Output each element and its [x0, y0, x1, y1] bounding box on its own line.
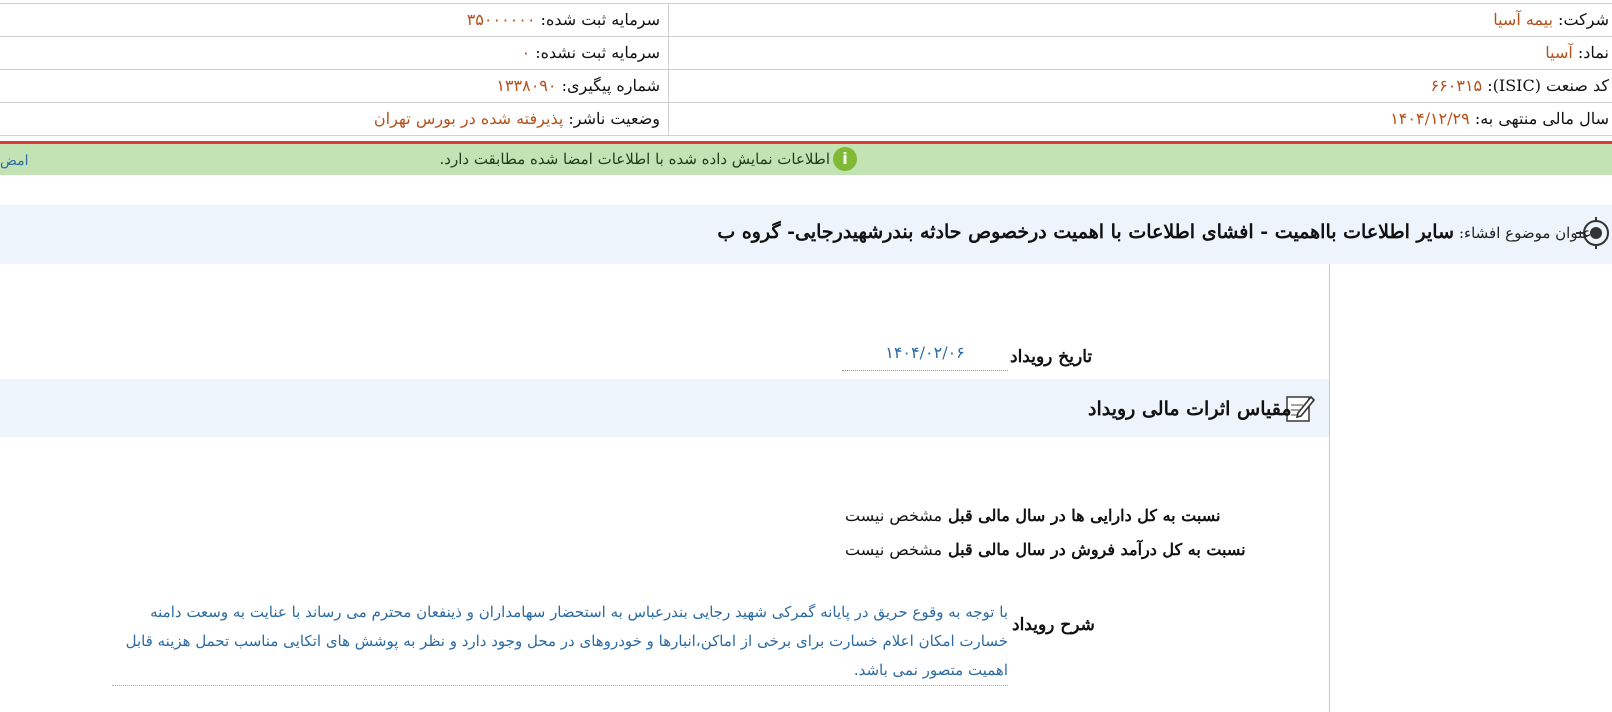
panel-border	[1329, 264, 1330, 712]
table-border	[0, 102, 1612, 103]
event-description-text: با توجه به وقوع حریق در پایانه گمرکی شهی…	[112, 598, 1008, 686]
symbol-value: آسیا	[1545, 43, 1573, 62]
verification-text: اطلاعات نمایش داده شده با اطلاعات امضا ش…	[439, 150, 830, 168]
tracking-number-value: ۱۳۳۸۰۹۰	[496, 76, 557, 95]
fiscal-year-value: ۱۴۰۴/۱۲/۲۹	[1390, 109, 1470, 128]
event-date-value: ۱۴۰۴/۰۲/۰۶	[842, 340, 1008, 371]
info-icon: i	[833, 147, 857, 171]
publisher-status-label: وضعیت ناشر:	[568, 109, 660, 128]
signature-link[interactable]: امض	[0, 153, 29, 169]
ratio-revenue-label: نسبت به کل درآمد فروش در سال مالی قبل	[948, 540, 1246, 559]
unregistered-capital-label: سرمایه ثبت نشده:	[535, 43, 660, 62]
fiscal-year-row: سال مالی منتهی به: ۱۴۰۴/۱۲/۲۹	[1390, 103, 1609, 135]
isic-label: کد صنعت (ISIC):	[1487, 76, 1609, 95]
registered-capital-value: ۳۵۰۰۰۰۰۰	[466, 10, 536, 29]
table-divider	[668, 3, 669, 136]
event-description-label: شرح رویداد	[1012, 615, 1095, 635]
registered-capital-row: سرمایه ثبت شده: ۳۵۰۰۰۰۰۰	[467, 4, 660, 36]
section-title: مقیاس اثرات مالی رویداد	[1088, 398, 1292, 420]
symbol-label: نماد:	[1577, 43, 1609, 62]
company-row: شرکت: بیمه آسیا	[1493, 4, 1609, 36]
unregistered-capital-row: سرمایه ثبت نشده: ۰	[522, 37, 660, 69]
ratio-assets-value: مشخص نیست	[845, 506, 943, 525]
company-label: شرکت:	[1558, 10, 1609, 29]
unregistered-capital-value: ۰	[521, 43, 531, 62]
table-border	[0, 36, 1612, 37]
event-date-label: تاریخ رویداد	[1010, 347, 1093, 367]
tracking-number-label: شماره پیگیری:	[561, 76, 660, 95]
disclosure-title-label: عنوان موضوع افشاء:	[1459, 224, 1592, 242]
isic-value: ۶۶۰۳۱۵	[1430, 76, 1483, 95]
disclosure-title: سایر اطلاعات بااهمیت - افشای اطلاعات با …	[717, 221, 1454, 243]
table-border	[0, 69, 1612, 70]
tracking-number-row: شماره پیگیری: ۱۳۳۸۰۹۰	[496, 70, 660, 102]
table-border	[0, 135, 1612, 136]
fiscal-year-label: سال مالی منتهی به:	[1474, 109, 1609, 128]
ratio-revenue-value: مشخص نیست	[845, 540, 943, 559]
isic-row: کد صنعت (ISIC): ۶۶۰۳۱۵	[1431, 70, 1609, 102]
registered-capital-label: سرمایه ثبت شده:	[540, 10, 660, 29]
company-value: بیمه آسیا	[1493, 10, 1553, 29]
symbol-row: نماد: آسیا	[1545, 37, 1609, 69]
publisher-status-row: وضعیت ناشر: پذیرفته شده در بورس تهران	[374, 103, 660, 135]
ratio-assets-label: نسبت به کل دارایی ها در سال مالی قبل	[948, 506, 1221, 525]
table-border	[0, 3, 1612, 4]
publisher-status-value: پذیرفته شده در بورس تهران	[373, 109, 564, 128]
